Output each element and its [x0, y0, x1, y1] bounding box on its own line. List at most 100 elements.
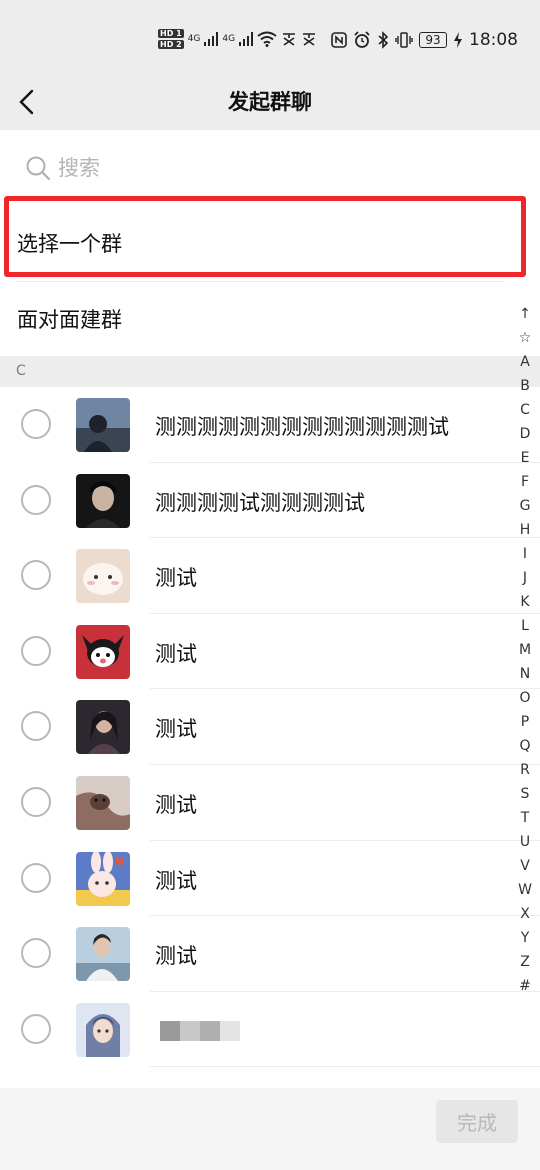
contact-row[interactable]: 测试	[0, 538, 540, 614]
select-radio[interactable]	[21, 1013, 51, 1044]
alarm-icon	[354, 31, 370, 48]
divider	[150, 1066, 540, 1068]
index-letter[interactable]: I	[523, 542, 527, 566]
select-radio[interactable]	[21, 862, 51, 893]
index-letter[interactable]: F	[521, 470, 529, 494]
avatar	[76, 624, 130, 679]
contact-row[interactable]: 测试	[0, 613, 540, 690]
select-group-label: 选择一个群	[17, 232, 122, 256]
index-letter[interactable]: M	[519, 638, 531, 662]
contact-row[interactable]: 测试	[0, 916, 540, 992]
index-letter[interactable]: U	[520, 830, 530, 854]
contact-row[interactable]: 测测测测测测测测测测测测测试	[0, 387, 540, 463]
search-bar	[0, 130, 540, 206]
vibrate-icon	[395, 32, 413, 48]
select-radio[interactable]	[21, 484, 51, 515]
index-letter[interactable]: X	[520, 902, 530, 926]
index-letter[interactable]: Q	[519, 734, 530, 758]
face-to-face-group-item[interactable]: 面对面建群	[0, 282, 505, 358]
section-header: C	[0, 356, 540, 387]
index-letter[interactable]: L	[521, 614, 529, 638]
face-to-face-label: 面对面建群	[17, 308, 122, 332]
section-letter: C	[16, 363, 26, 379]
avatar	[76, 473, 130, 528]
avatar	[76, 1002, 130, 1057]
index-letter[interactable]: ↑	[519, 302, 531, 326]
index-letter[interactable]: G	[520, 494, 531, 518]
contact-name: 测试	[155, 792, 197, 817]
contact-name: 测试	[155, 717, 197, 742]
index-letter[interactable]: Z	[520, 950, 530, 974]
avatar	[76, 851, 130, 906]
contact-name: 测测测测测测测测测测测测测试	[155, 415, 449, 439]
select-radio[interactable]	[21, 409, 51, 439]
avatar	[76, 775, 130, 830]
index-letter[interactable]: #	[519, 974, 531, 998]
status-bar: HD 1 HD 2 4G 4G 93 18:08	[0, 0, 540, 76]
alphabet-index[interactable]: ↑ ☆ A B C D E F G H I J K L M N O P Q R S T U V W X Y Z #	[513, 302, 537, 998]
bluetooth-icon	[378, 31, 389, 49]
select-radio[interactable]	[21, 938, 51, 969]
blurred-contact-name	[160, 1020, 240, 1041]
index-letter[interactable]: V	[520, 854, 530, 878]
search-input[interactable]	[58, 152, 438, 184]
battery-indicator: 93	[419, 32, 447, 48]
nav-bar: 发起群聊	[0, 76, 540, 130]
index-letter[interactable]: C	[520, 398, 530, 422]
index-letter[interactable]: W	[518, 878, 532, 902]
contact-row[interactable]: 测测测测试测测测测试	[0, 462, 540, 539]
contact-row[interactable]: 测试	[0, 840, 540, 917]
hd-indicators: HD 1 HD 2	[158, 29, 184, 49]
signal2-label: 4G	[222, 34, 236, 44]
index-letter[interactable]: J	[523, 566, 527, 590]
contact-name: 测试	[155, 641, 197, 666]
page-title: 发起群聊	[228, 90, 312, 114]
signal1-label: 4G	[187, 34, 201, 44]
index-letter[interactable]: ☆	[519, 326, 532, 350]
index-letter[interactable]: B	[520, 374, 530, 398]
bottom-action-bar: 完成	[0, 1088, 540, 1170]
index-letter[interactable]: Y	[521, 926, 530, 950]
app-notification-icon	[283, 33, 296, 46]
index-letter[interactable]: A	[520, 350, 530, 374]
select-radio[interactable]	[21, 635, 51, 666]
contact-name: 测试	[155, 944, 197, 969]
index-letter[interactable]: P	[521, 710, 529, 734]
index-letter[interactable]: D	[520, 422, 531, 446]
hd2-badge: HD 2	[158, 40, 184, 49]
contact-row[interactable]: 测试	[0, 689, 540, 765]
index-letter[interactable]: H	[520, 518, 531, 542]
contact-name: 测试	[155, 868, 197, 893]
contact-row[interactable]: 测试	[0, 764, 540, 841]
status-left-group: HD 1 HD 2 4G 4G	[158, 26, 317, 52]
done-button[interactable]: 完成	[436, 1100, 518, 1143]
avatar	[76, 927, 130, 982]
select-radio[interactable]	[21, 560, 51, 591]
select-radio[interactable]	[21, 786, 51, 817]
clock-time: 18:08	[469, 30, 518, 50]
charging-icon	[454, 32, 462, 48]
index-letter[interactable]: O	[519, 686, 530, 710]
nfc-icon	[331, 32, 347, 48]
signal-bars-icon	[204, 32, 219, 46]
search-icon	[26, 156, 51, 181]
select-group-item[interactable]: 选择一个群	[0, 206, 505, 282]
index-letter[interactable]: E	[521, 446, 530, 470]
contact-list: 测测测测测测测测测测测测测试 测测测测试测测测测试 测试 测试 测试 测试 测试	[0, 387, 540, 1068]
status-right-group: 93 18:08	[331, 28, 518, 52]
index-letter[interactable]: K	[520, 590, 529, 614]
avatar	[76, 398, 130, 452]
avatar	[76, 549, 130, 604]
wifi-icon	[257, 31, 277, 47]
contact-row[interactable]	[0, 991, 540, 1068]
index-letter[interactable]: S	[521, 782, 530, 806]
contact-name: 测试	[155, 566, 197, 591]
signal-bars-2-icon	[239, 32, 254, 46]
index-letter[interactable]: N	[520, 662, 530, 686]
index-letter[interactable]: R	[520, 758, 530, 782]
select-radio[interactable]	[21, 711, 51, 742]
app-notification-2-icon	[303, 33, 316, 46]
avatar	[76, 700, 130, 755]
index-letter[interactable]: T	[521, 806, 530, 830]
hd1-badge: HD 1	[158, 29, 184, 38]
